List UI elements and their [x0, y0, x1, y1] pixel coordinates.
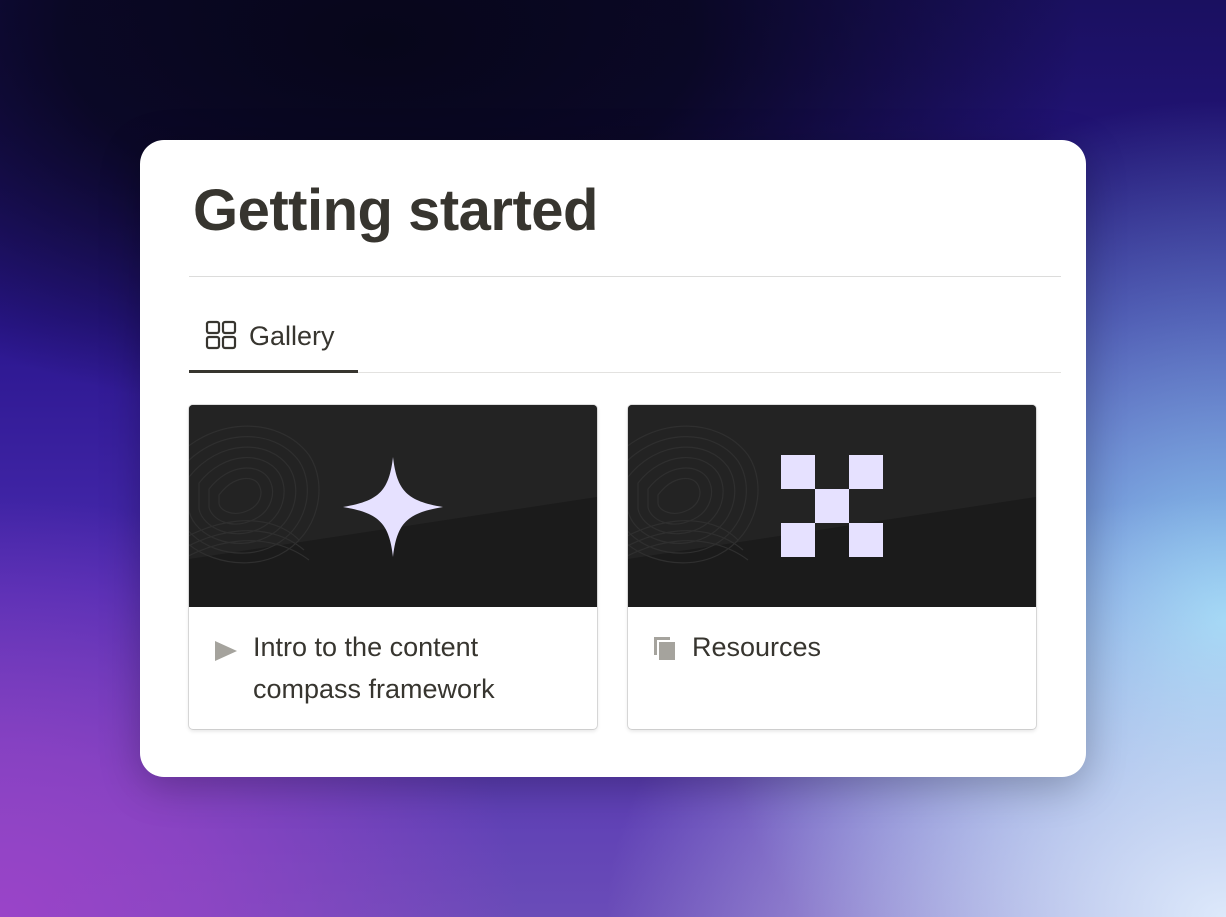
card-title: Intro to the content compass framework: [253, 632, 495, 704]
active-tab-indicator: [189, 370, 358, 373]
play-triangle-icon: [211, 633, 241, 663]
page-card: Getting started Gallery Intro to the con…: [140, 140, 1086, 777]
tab-gallery-label: Gallery: [249, 321, 335, 351]
card-cover: [628, 405, 1036, 607]
tab-gallery[interactable]: Gallery: [189, 306, 358, 373]
gallery-card-intro[interactable]: Intro to the content compass framework: [189, 405, 597, 729]
stacked-pages-icon: [650, 633, 680, 663]
card-meta: Intro to the content compass framework: [189, 607, 597, 729]
card-title: Resources: [692, 632, 822, 662]
page-title: Getting started: [193, 178, 599, 243]
title-divider: [189, 276, 1061, 277]
gallery-grid-icon: [205, 320, 237, 352]
gallery-card-resources[interactable]: Resources: [628, 405, 1036, 729]
card-cover: [189, 405, 597, 607]
card-meta: Resources: [628, 607, 1036, 729]
